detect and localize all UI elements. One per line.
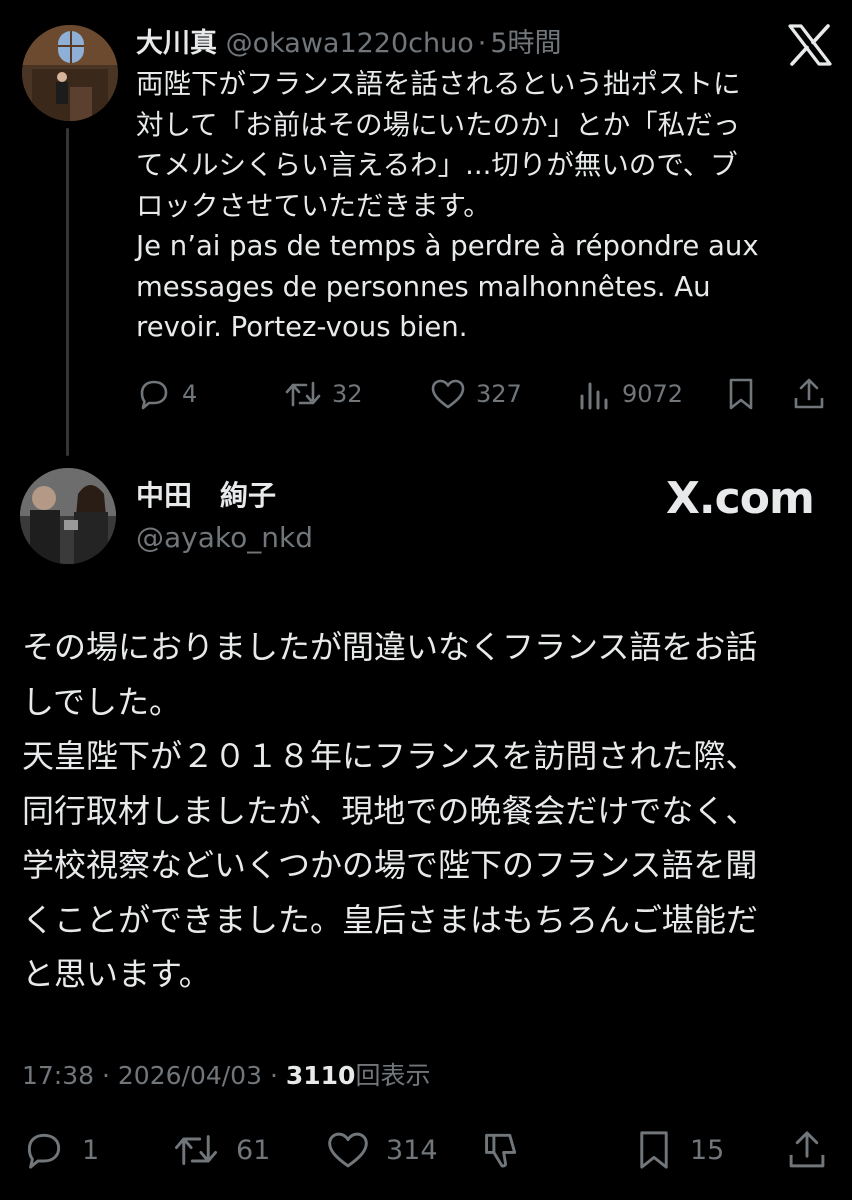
- parent-like-count: 327: [476, 380, 522, 408]
- main-tweet-text: その場におりましたが間違いなくフランス語をお話 しでした。 天皇陛下が２０１８年…: [22, 628, 759, 993]
- bookmark-icon: [634, 1128, 674, 1172]
- parent-reply-count: 4: [182, 380, 198, 408]
- views-count: 3110: [285, 1061, 356, 1090]
- parent-display-name[interactable]: 大川真: [136, 28, 217, 59]
- tweet-date[interactable]: 2026/04/03: [118, 1061, 262, 1090]
- parent-separator: ·: [477, 28, 487, 59]
- repost-count: 61: [236, 1134, 271, 1166]
- like-count: 314: [386, 1134, 438, 1166]
- share-icon[interactable]: [786, 1128, 828, 1172]
- tweet-meta: 17:38 · 2026/04/03 · 3110回表示: [22, 1058, 430, 1094]
- reply-count: 1: [82, 1134, 100, 1166]
- repost-icon: [172, 1128, 220, 1172]
- parent-repost-button[interactable]: 32: [284, 376, 363, 412]
- meta-separator-2: ·: [269, 1061, 278, 1090]
- meta-separator-1: ·: [102, 1061, 110, 1090]
- parent-like-button[interactable]: 327: [430, 376, 522, 412]
- like-icon: [326, 1128, 370, 1172]
- parent-reply-button[interactable]: 4: [136, 376, 197, 412]
- parent-time[interactable]: 5時間: [490, 28, 561, 59]
- parent-handle[interactable]: @okawa1220chuo: [226, 28, 474, 59]
- repost-button[interactable]: 61: [172, 1128, 270, 1172]
- parent-repost-count: 32: [332, 380, 363, 408]
- views-icon: [578, 376, 612, 412]
- reply-button[interactable]: 1: [22, 1128, 99, 1172]
- bookmark-icon[interactable]: [726, 376, 756, 412]
- main-display-name[interactable]: 中田 絢子: [136, 478, 276, 514]
- avatar-nakada[interactable]: [20, 468, 116, 564]
- reply-icon: [136, 376, 172, 412]
- views-label: 回表示: [355, 1061, 431, 1090]
- avatar-okawa[interactable]: [22, 25, 118, 121]
- tweet-time[interactable]: 17:38: [22, 1061, 94, 1090]
- repost-icon: [284, 376, 322, 412]
- downvote-icon[interactable]: [478, 1128, 522, 1172]
- xcom-logo: X.com: [666, 473, 815, 524]
- x-logo-icon[interactable]: [788, 24, 832, 66]
- like-button[interactable]: 314: [326, 1128, 438, 1172]
- bookmark-count: 15: [690, 1134, 725, 1166]
- share-icon[interactable]: [792, 376, 826, 412]
- bookmark-button[interactable]: 15: [634, 1128, 724, 1172]
- like-icon: [430, 376, 466, 412]
- parent-tweet-header: 大川真 @okawa1220chuo · 5時間: [136, 27, 562, 61]
- reply-icon: [22, 1128, 66, 1172]
- parent-views-count: 9072: [622, 380, 684, 408]
- main-handle[interactable]: @ayako_nkd: [136, 520, 313, 556]
- parent-tweet-text: 両陛下がフランス語を話されるという拙ポストに 対して「お前はその場にいたのか」と…: [136, 68, 759, 343]
- parent-views-button[interactable]: 9072: [578, 376, 683, 412]
- thread-line: [66, 128, 69, 456]
